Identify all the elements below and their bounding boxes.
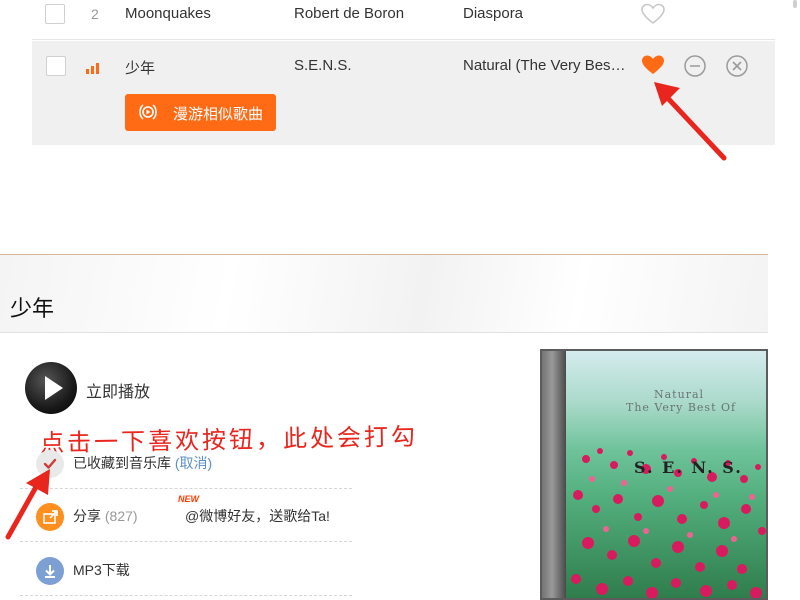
track-title[interactable]: 少年 — [125, 57, 155, 78]
collected-label: 已收藏到音乐库 (取消) — [73, 455, 213, 471]
track-checkbox[interactable] — [45, 4, 65, 24]
track-row-active[interactable]: 少年 S.E.N.S. Natural (The Very Bes… 漫游相似歌… — [32, 41, 775, 145]
scrollbar-thumb[interactable] — [793, 0, 797, 8]
album-title-line2: The Very Best Of — [626, 401, 737, 414]
track-album[interactable]: Natural (The Very Bes… — [463, 57, 626, 74]
share-icon[interactable] — [36, 503, 64, 531]
track-index: 2 — [91, 6, 99, 22]
song-header-banner — [0, 255, 768, 333]
album-cover[interactable]: Natural The Very Best Of S. E. N. S. — [540, 349, 768, 600]
check-icon — [36, 450, 64, 478]
album-title-line1: Natural — [654, 388, 705, 401]
more-icon[interactable] — [683, 54, 707, 78]
download-icon[interactable] — [36, 557, 64, 585]
remove-icon[interactable] — [725, 54, 749, 78]
play-now-label[interactable]: 立即播放 — [86, 378, 150, 402]
weibo-share-link[interactable]: @微博好友，送歌给Ta! — [185, 506, 330, 526]
roam-similar-button[interactable]: 漫游相似歌曲 — [125, 94, 276, 131]
mp3-download-label[interactable]: MP3下载 — [73, 560, 130, 580]
play-icon[interactable] — [45, 376, 63, 400]
track-artist[interactable]: S.E.N.S. — [294, 57, 352, 74]
roam-similar-label: 漫游相似歌曲 — [173, 106, 264, 123]
cancel-collect-link[interactable]: (取消) — [175, 455, 212, 471]
track-album[interactable]: Diaspora — [463, 5, 523, 22]
now-playing-bars-icon — [86, 63, 100, 74]
track-checkbox[interactable] — [46, 56, 66, 76]
heart-outline-icon[interactable] — [640, 3, 666, 25]
song-title: 少年 — [10, 296, 55, 321]
track-artist[interactable]: Robert de Boron — [294, 5, 404, 22]
radio-wave-icon — [139, 104, 157, 120]
new-badge: NEW — [178, 494, 199, 504]
share-count: (827) — [104, 508, 138, 524]
mp3-download-row[interactable]: MP3下载 — [20, 544, 352, 596]
heart-filled-icon[interactable] — [640, 54, 666, 76]
track-title[interactable]: Moonquakes — [125, 5, 211, 22]
track-row[interactable]: 2 Moonquakes Robert de Boron Diaspora — [32, 0, 775, 40]
share-label[interactable]: 分享 (827) — [73, 506, 138, 526]
playlist-panel: 2 Moonquakes Robert de Boron Diaspora 少年… — [0, 0, 800, 255]
collected-row: 已收藏到音乐库 (取消) — [20, 437, 352, 489]
album-artist: S. E. N. S. — [634, 458, 743, 477]
share-row[interactable]: 分享 (827) NEW @微博好友，送歌给Ta! — [20, 490, 352, 542]
